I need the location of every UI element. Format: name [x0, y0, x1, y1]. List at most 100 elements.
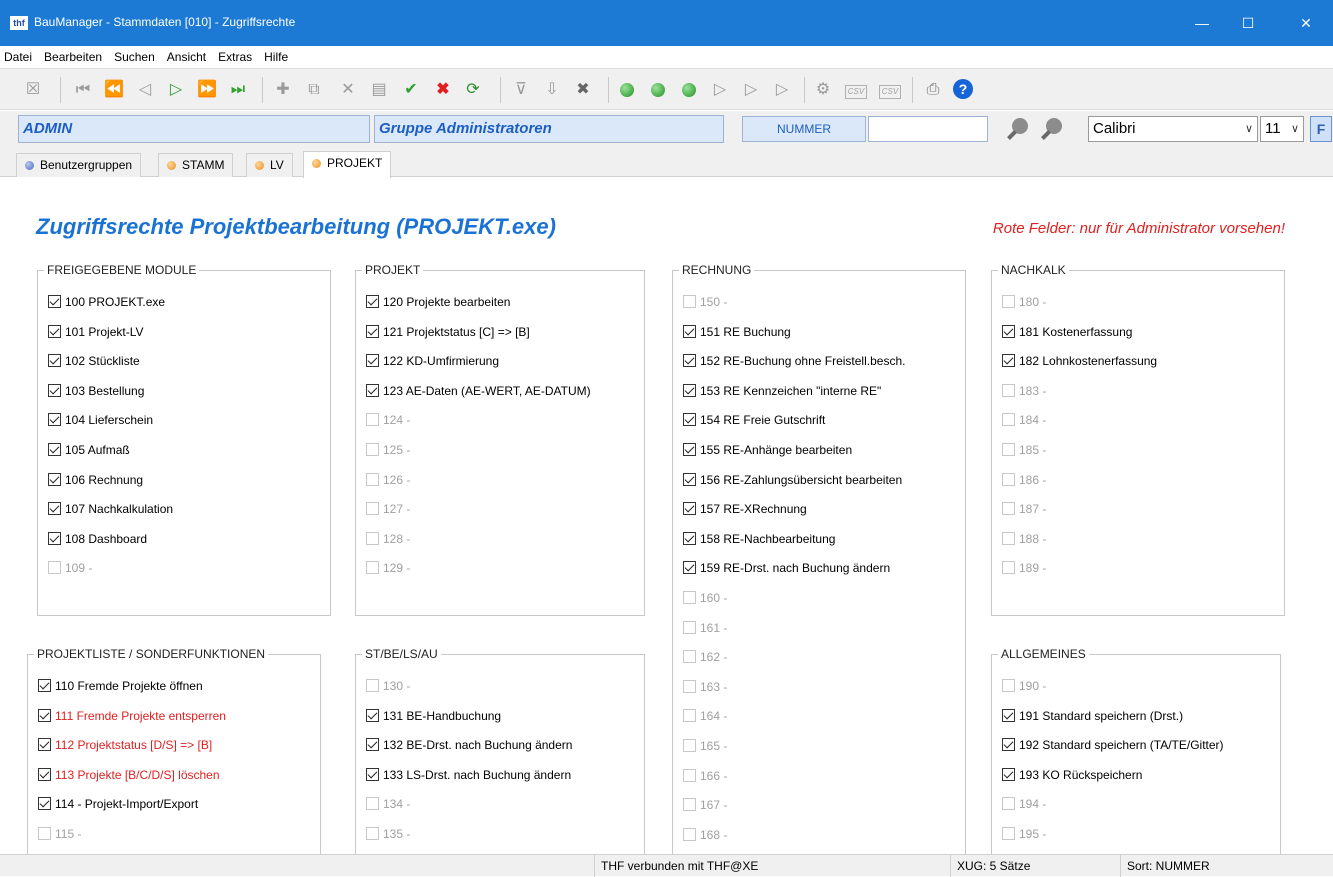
checkbox-row-191[interactable]: 191 Standard speichern (Drst.)	[1002, 707, 1183, 725]
menu-extras[interactable]: Extras	[212, 46, 258, 68]
menu-bearbeiten[interactable]: Bearbeiten	[38, 46, 108, 68]
checkbox-row-121[interactable]: 121 Projektstatus [C] => [B]	[366, 323, 530, 341]
checkbox-row-133[interactable]: 133 LS-Drst. nach Buchung ändern	[366, 766, 571, 784]
search-next-icon[interactable]	[1040, 118, 1064, 142]
checkbox-row-157[interactable]: 157 RE-XRechnung	[683, 500, 807, 518]
add-icon[interactable]: ✚	[272, 79, 294, 101]
checkbox-132[interactable]	[366, 738, 379, 752]
checkbox-151[interactable]	[683, 324, 696, 338]
checkbox-104[interactable]	[48, 413, 61, 427]
status-green-1-icon[interactable]	[616, 79, 638, 101]
play-1-icon[interactable]: ▷	[709, 79, 731, 101]
confirm-icon[interactable]: ✔	[400, 79, 422, 101]
checkbox-105[interactable]	[48, 443, 61, 456]
checkbox-106[interactable]	[48, 472, 61, 486]
csv-import-icon[interactable]: CSV	[876, 79, 904, 101]
checkbox-row-111[interactable]: 111 Fremde Projekte entsperren	[38, 707, 226, 725]
discard-icon[interactable]: ✖	[432, 79, 454, 101]
settings-tools-icon[interactable]: ⚙	[812, 79, 834, 101]
tab-stamm[interactable]: STAMM	[158, 153, 234, 177]
checkbox-102[interactable]	[48, 354, 61, 368]
delete-icon[interactable]: ✕	[337, 79, 359, 101]
tab-lv[interactable]: LV	[246, 153, 293, 177]
checkbox-159[interactable]	[683, 561, 696, 575]
checkbox-row-154[interactable]: 154 RE Freie Gutschrift	[683, 411, 825, 429]
checkbox-120[interactable]	[366, 295, 379, 308]
checkbox-row-159[interactable]: 159 RE-Drst. nach Buchung ändern	[683, 559, 890, 577]
checkbox-158[interactable]	[683, 531, 696, 545]
checkbox-row-107[interactable]: 107 Nachkalkulation	[48, 500, 173, 518]
checkbox-row-103[interactable]: 103 Bestellung	[48, 382, 144, 400]
checkbox-row-113[interactable]: 113 Projekte [B/C/D/S] löschen	[38, 766, 220, 784]
checkbox-157[interactable]	[683, 502, 696, 516]
page-forward-icon[interactable]: ⏩	[196, 79, 218, 101]
format-button[interactable]: F	[1310, 116, 1332, 142]
checkbox-110[interactable]	[38, 679, 51, 692]
csv-export-icon[interactable]: CSV	[842, 79, 870, 101]
menu-suchen[interactable]: Suchen	[108, 46, 161, 68]
page-back-icon[interactable]: ⏪	[103, 79, 125, 101]
checkbox-156[interactable]	[683, 472, 696, 486]
checkbox-192[interactable]	[1002, 738, 1015, 752]
checkbox-155[interactable]	[683, 443, 696, 456]
play-3-icon[interactable]: ▷	[771, 79, 793, 101]
checkbox-122[interactable]	[366, 354, 379, 368]
copy-icon[interactable]: ⧉	[303, 79, 325, 101]
checkbox-row-181[interactable]: 181 Kostenerfassung	[1002, 323, 1132, 341]
checkbox-row-110[interactable]: 110 Fremde Projekte öffnen	[38, 677, 203, 695]
play-2-icon[interactable]: ▷	[740, 79, 762, 101]
checkbox-row-152[interactable]: 152 RE-Buchung ohne Freistell.besch.	[683, 352, 905, 370]
checkbox-101[interactable]	[48, 324, 61, 338]
checkbox-row-155[interactable]: 155 RE-Anhänge bearbeiten	[683, 441, 852, 459]
checkbox-103[interactable]	[48, 383, 61, 397]
checkbox-191[interactable]	[1002, 708, 1015, 722]
status-green-3-icon[interactable]	[678, 79, 700, 101]
checkbox-154[interactable]	[683, 413, 696, 427]
status-green-2-icon[interactable]	[647, 79, 669, 101]
search-field-label[interactable]: NUMMER	[742, 116, 866, 142]
menu-hilfe[interactable]: Hilfe	[258, 46, 294, 68]
checkbox-row-131[interactable]: 131 BE-Handbuchung	[366, 707, 501, 725]
checkbox-114[interactable]	[38, 797, 51, 811]
last-record-icon[interactable]: ⏭	[227, 79, 249, 101]
checkbox-row-102[interactable]: 102 Stückliste	[48, 352, 140, 370]
close-button[interactable]: ✕	[1279, 0, 1333, 46]
first-record-icon[interactable]: ⏮	[72, 79, 94, 101]
checkbox-111[interactable]	[38, 708, 51, 722]
checkbox-row-108[interactable]: 108 Dashboard	[48, 530, 147, 548]
refresh-icon[interactable]: ⟳	[462, 79, 484, 101]
checkbox-112[interactable]	[38, 738, 51, 752]
checkbox-113[interactable]	[38, 767, 51, 781]
menu-ansicht[interactable]: Ansicht	[161, 46, 212, 68]
checkbox-row-193[interactable]: 193 KO Rückspeichern	[1002, 766, 1142, 784]
tab-benutzergruppen[interactable]: Benutzergruppen	[16, 153, 142, 177]
checkbox-row-132[interactable]: 132 BE-Drst. nach Buchung ändern	[366, 736, 572, 754]
filter-down-icon[interactable]: ⇩	[541, 79, 563, 101]
checkbox-153[interactable]	[683, 383, 696, 397]
checkbox-131[interactable]	[366, 708, 379, 722]
maximize-button[interactable]: ☐	[1225, 0, 1271, 46]
checkbox-row-106[interactable]: 106 Rechnung	[48, 471, 143, 489]
help-icon[interactable]: ?	[952, 79, 974, 101]
checkbox-123[interactable]	[366, 383, 379, 397]
checkbox-100[interactable]	[48, 295, 61, 308]
filter-icon[interactable]: ⊽	[510, 79, 532, 101]
search-input[interactable]	[868, 116, 988, 142]
prev-record-icon[interactable]: ◁	[134, 79, 156, 101]
checkbox-121[interactable]	[366, 324, 379, 338]
tab-projekt[interactable]: PROJEKT	[303, 151, 392, 178]
checkbox-182[interactable]	[1002, 354, 1015, 368]
checkbox-row-182[interactable]: 182 Lohnkostenerfassung	[1002, 352, 1157, 370]
edit-document-icon[interactable]: ▤	[368, 79, 390, 101]
checkbox-row-151[interactable]: 151 RE Buchung	[683, 323, 791, 341]
font-select[interactable]: Calibri ∨	[1088, 116, 1258, 142]
checkbox-row-100[interactable]: 100 PROJEKT.exe	[48, 293, 165, 311]
checkbox-133[interactable]	[366, 767, 379, 781]
font-size-select[interactable]: 11 ∨	[1260, 116, 1304, 142]
checkbox-row-156[interactable]: 156 RE-Zahlungsübersicht bearbeiten	[683, 471, 902, 489]
checkbox-row-192[interactable]: 192 Standard speichern (TA/TE/Gitter)	[1002, 736, 1224, 754]
checkbox-row-105[interactable]: 105 Aufmaß	[48, 441, 130, 459]
print-icon[interactable]: ⎙	[922, 79, 944, 101]
cancel-icon[interactable]: ☒	[22, 79, 44, 101]
checkbox-108[interactable]	[48, 531, 61, 545]
